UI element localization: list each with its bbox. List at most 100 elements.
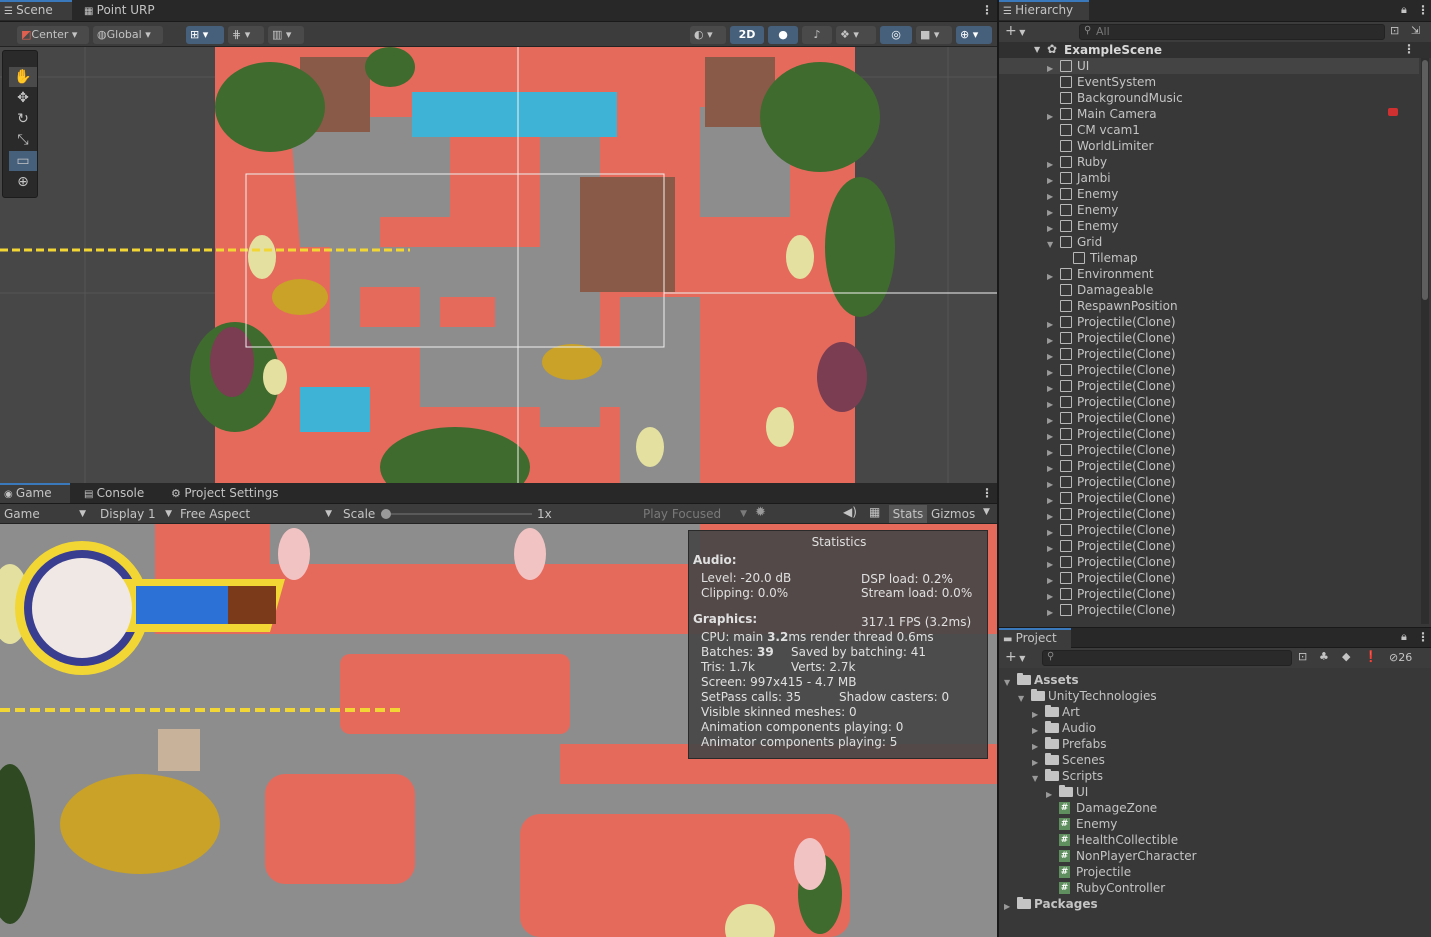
grid-snap-button[interactable]: ⊞ ▾ — [186, 26, 224, 44]
hierarchy-item[interactable]: ▶ Jambi — [999, 170, 1419, 186]
hierarchy-item[interactable]: ▶ Projectile(Clone) — [999, 346, 1419, 362]
scene-row-menu-icon[interactable]: ⋮ — [1403, 42, 1415, 56]
hierarchy-item[interactable]: ▶ Projectile(Clone) — [999, 314, 1419, 330]
expand-arrow-icon[interactable]: ▶ — [1047, 605, 1053, 621]
hierarchy-item[interactable]: Tilemap — [999, 250, 1419, 266]
scene-search-icon[interactable]: ⊡ — [1390, 24, 1399, 37]
project-script-item[interactable]: # RubyController — [999, 880, 1431, 896]
pivot-dropdown[interactable]: ◩Center ▾ — [17, 26, 89, 44]
hierarchy-item[interactable]: ▶ Projectile(Clone) — [999, 458, 1419, 474]
mute-audio-icon[interactable]: ◀) — [843, 505, 857, 519]
keyboard-icon[interactable]: ▦ — [869, 505, 880, 519]
hierarchy-item[interactable]: ▶ Projectile(Clone) — [999, 474, 1419, 490]
filter-type-icon[interactable]: ♣ — [1319, 650, 1329, 663]
view-dropdown[interactable]: Game ▼ — [4, 506, 88, 522]
mode-2d-button[interactable]: 2D — [730, 26, 764, 44]
expand-arrow-icon[interactable]: ▶ — [1004, 899, 1010, 915]
scene-menu-icon[interactable]: ⋮ — [981, 3, 993, 17]
lighting-button[interactable]: ● — [768, 26, 798, 44]
hierarchy-item[interactable]: WorldLimiter — [999, 138, 1419, 154]
scene-viewport[interactable]: ✋ ✥ ↻ ⤡ ▭ ⊕ — [0, 47, 997, 483]
aspect-dropdown[interactable]: Free Aspect ▼ — [180, 506, 332, 522]
hierarchy-scrollbar[interactable] — [1421, 58, 1429, 624]
gizmos-button[interactable]: Gizmos — [931, 506, 975, 522]
hierarchy-item[interactable]: ▶ Ruby — [999, 154, 1419, 170]
grid-visibility-button[interactable]: ▥ ▾ — [268, 26, 304, 44]
collapse-arrow-icon[interactable]: ▼ — [1034, 45, 1040, 54]
hierarchy-item[interactable]: ▶ Enemy — [999, 202, 1419, 218]
project-folder-item[interactable]: ▼ Scripts — [999, 768, 1431, 784]
hierarchy-item[interactable]: EventSystem — [999, 74, 1419, 90]
hierarchy-item[interactable]: ▶ Projectile(Clone) — [999, 442, 1419, 458]
hierarchy-item[interactable]: ▶ Enemy — [999, 218, 1419, 234]
hand-tool-icon[interactable]: ✋ — [9, 67, 37, 87]
hierarchy-item[interactable]: ▶ Main Camera — [999, 106, 1419, 122]
project-script-item[interactable]: # Projectile — [999, 864, 1431, 880]
space-dropdown[interactable]: ◍Global ▾ — [93, 26, 163, 44]
project-script-item[interactable]: # HealthCollectible — [999, 832, 1431, 848]
hierarchy-item[interactable]: ▶ Projectile(Clone) — [999, 362, 1419, 378]
hierarchy-scene-row[interactable]: ▼ ✿ ExampleScene ⋮ — [999, 42, 1431, 58]
lock-icon[interactable]: 🔒︎ — [1401, 3, 1407, 17]
bug-icon[interactable]: ✹ — [755, 505, 766, 520]
hierarchy-item[interactable]: ▶ UI — [999, 58, 1419, 74]
tab-point-urp[interactable]: ▦ Point URP — [80, 0, 161, 20]
project-folder-item[interactable]: ▶ Art — [999, 704, 1431, 720]
project-folder-item[interactable]: ▼ UnityTechnologies — [999, 688, 1431, 704]
hierarchy-item[interactable]: ▶ Projectile(Clone) — [999, 554, 1419, 570]
gizmos-chevron-icon[interactable]: ▼ — [983, 507, 990, 517]
transform-tool-icon[interactable]: ⊕ — [9, 172, 37, 192]
add-object-button[interactable]: + ▼ — [1005, 23, 1025, 39]
rect-tool-icon[interactable]: ▭ — [9, 151, 37, 171]
tab-scene[interactable]: ☰ Scene — [0, 0, 72, 20]
hierarchy-item[interactable]: ▶ Projectile(Clone) — [999, 538, 1419, 554]
hierarchy-item[interactable]: ▶ Projectile(Clone) — [999, 522, 1419, 538]
project-folder-item[interactable]: ▶ Packages — [999, 896, 1431, 912]
game-menu-icon[interactable]: ⋮ — [981, 486, 993, 500]
create-asset-button[interactable]: + ▼ — [1005, 649, 1025, 665]
hierarchy-item[interactable]: BackgroundMusic — [999, 90, 1419, 106]
scene-visibility-button[interactable]: ◎ — [880, 26, 912, 44]
project-script-item[interactable]: # Enemy — [999, 816, 1431, 832]
display-dropdown[interactable]: Display 1 ▼ — [100, 506, 172, 522]
hierarchy-item[interactable]: ▶ Projectile(Clone) — [999, 506, 1419, 522]
draw-mode-button[interactable]: ◐ ▾ — [690, 26, 726, 44]
rotate-tool-icon[interactable]: ↻ — [9, 109, 37, 129]
effects-button[interactable]: ❖ ▾ — [836, 26, 876, 44]
project-search-field[interactable]: ⚲ — [1042, 650, 1292, 666]
tab-project[interactable]: ▬ Project — [999, 628, 1071, 648]
hierarchy-item[interactable]: ▼ Grid — [999, 234, 1419, 250]
project-folder-item[interactable]: ▼ Assets — [999, 672, 1431, 688]
warning-filter-icon[interactable]: ❗ — [1364, 650, 1378, 663]
project-script-item[interactable]: # NonPlayerCharacter — [999, 848, 1431, 864]
tab-game[interactable]: ◉ Game — [0, 483, 70, 503]
filter-label-icon[interactable]: ◆ — [1342, 650, 1350, 663]
hierarchy-item[interactable]: ▶ Projectile(Clone) — [999, 490, 1419, 506]
hierarchy-item[interactable]: ▶ Projectile(Clone) — [999, 586, 1419, 602]
scale-slider-thumb[interactable] — [381, 509, 391, 519]
project-folder-item[interactable]: ▶ Prefabs — [999, 736, 1431, 752]
audio-button[interactable]: ♪ — [802, 26, 832, 44]
increment-snap-button[interactable]: ⋕ ▾ — [228, 26, 264, 44]
hierarchy-item[interactable]: ▶ Projectile(Clone) — [999, 394, 1419, 410]
hierarchy-item[interactable]: ▶ Projectile(Clone) — [999, 410, 1419, 426]
hierarchy-item[interactable]: Damageable — [999, 282, 1419, 298]
project-script-item[interactable]: # DamageZone — [999, 800, 1431, 816]
hierarchy-item[interactable]: RespawnPosition — [999, 298, 1419, 314]
pin-icon[interactable]: ⇲ — [1411, 24, 1420, 37]
scale-slider[interactable] — [381, 509, 532, 519]
hierarchy-item[interactable]: ▶ Projectile(Clone) — [999, 378, 1419, 394]
stats-button[interactable]: Stats — [889, 505, 927, 523]
gizmos-button[interactable]: ⊕ ▾ — [956, 26, 992, 44]
project-menu-icon[interactable]: ⋮ — [1417, 630, 1429, 644]
scale-tool-icon[interactable]: ⤡ — [9, 130, 37, 150]
lock-icon[interactable]: 🔒︎ — [1401, 630, 1407, 644]
game-viewport[interactable]: Statistics Audio: Level: -20.0 dB DSP lo… — [0, 524, 997, 937]
camera-button[interactable]: ■ ▾ — [916, 26, 952, 44]
project-folder-item[interactable]: ▶ Scenes — [999, 752, 1431, 768]
tab-hierarchy[interactable]: ☰ Hierarchy — [999, 0, 1089, 20]
hierarchy-item[interactable]: ▶ Projectile(Clone) — [999, 570, 1419, 586]
project-folder-item[interactable]: ▶ UI — [999, 784, 1431, 800]
hierarchy-scrollbar-thumb[interactable] — [1422, 60, 1428, 300]
tab-console[interactable]: ▤ Console — [80, 483, 150, 503]
